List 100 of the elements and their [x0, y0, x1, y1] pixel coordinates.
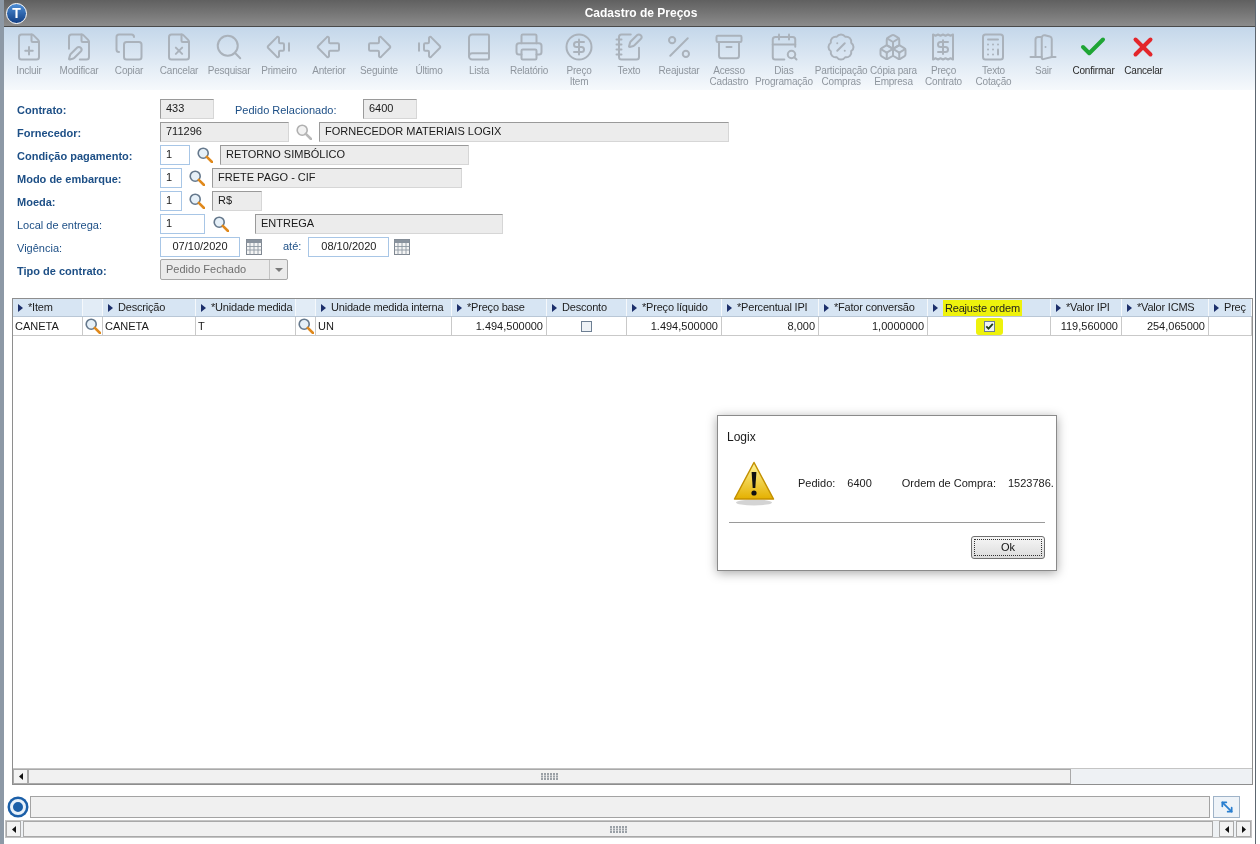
scroll-left-button[interactable]: [1219, 821, 1234, 837]
app-logo: T: [6, 2, 27, 24]
input-field[interactable]: 1: [160, 144, 190, 165]
toolbar-button[interactable]: Confirmar: [1068, 32, 1119, 76]
input-field[interactable]: RETORNO SIMBÓLICO: [220, 144, 469, 165]
triangle-right-icon: [201, 303, 206, 312]
triangle-right-icon: [632, 303, 637, 312]
input-field[interactable]: 1: [160, 190, 182, 211]
input-field[interactable]: 6400: [363, 98, 417, 119]
search-icon[interactable]: [297, 318, 314, 334]
toolbar-button[interactable]: Cancelar: [1118, 32, 1169, 76]
triangle-right-icon: [552, 303, 557, 312]
table-cell: CANETA: [13, 317, 83, 335]
table-cell: 1,0000000: [819, 317, 928, 335]
dialog-label: Ordem de Compra:: [901, 476, 996, 492]
table-cell: T: [196, 317, 296, 335]
caret-left-icon: [11, 825, 16, 833]
column-header[interactable]: *Item: [13, 299, 83, 316]
triangle-right-icon: [727, 303, 732, 312]
boxes-icon: [878, 32, 909, 62]
input-field[interactable]: R$: [212, 190, 262, 211]
scrollbar-thumb[interactable]: [28, 769, 1071, 784]
input-field[interactable]: FRETE PAGO - CIF: [212, 167, 462, 188]
input-field[interactable]: 433: [160, 98, 214, 119]
dialog-label: Pedido:: [798, 476, 836, 492]
column-header[interactable]: *Valor IPI: [1051, 299, 1122, 316]
ring-logo-icon: [7, 795, 29, 818]
column-header[interactable]: Desconto: [547, 299, 627, 316]
search-icon[interactable]: [213, 215, 229, 232]
table-cell: CANETA: [103, 317, 196, 335]
dialog-value: 1523786.: [1007, 476, 1054, 492]
window-title: Cadastro de Preços: [584, 5, 698, 22]
expand-button[interactable]: [1213, 795, 1240, 818]
caret-left-icon: [1224, 825, 1229, 833]
checkbox[interactable]: [581, 320, 592, 332]
field-label: Pedido Relacionado:: [235, 103, 337, 116]
calendar-icon[interactable]: [394, 238, 411, 255]
column-header[interactable]: *Percentual IPI: [722, 299, 819, 316]
notebook-pen-icon: [614, 32, 644, 62]
scroll-left-button[interactable]: [13, 769, 28, 784]
status-field[interactable]: [30, 795, 1210, 818]
column-header[interactable]: *Unidade medida: [196, 299, 296, 316]
calendar-icon[interactable]: [246, 238, 262, 255]
search-icon[interactable]: [197, 146, 213, 163]
table-cell: 119,560000: [1051, 317, 1122, 335]
field-label: Modo de embarque:: [17, 172, 122, 185]
copy-icon: [114, 32, 144, 62]
triangle-right-icon: [457, 303, 462, 312]
triangle-right-icon: [1127, 303, 1132, 312]
column-header[interactable]: Descrição: [103, 299, 196, 316]
column-header[interactable]: Preç: [1209, 299, 1252, 316]
grip-icon: [609, 825, 627, 833]
column-header[interactable]: Reajuste ordem: [928, 299, 1051, 316]
diagonal-arrows-icon: [1218, 798, 1235, 815]
triangle-right-icon: [321, 303, 326, 312]
dialog-title: Logix: [727, 430, 756, 444]
horizontal-scrollbar[interactable]: [13, 768, 1252, 784]
column-header[interactable]: *Preço líquido: [627, 299, 722, 316]
printer-icon: [514, 32, 544, 62]
input-field[interactable]: 08/10/2020: [308, 236, 390, 257]
field-label: Moeda:: [17, 195, 56, 208]
warning-icon: [733, 461, 775, 506]
column-header[interactable]: *Preço base: [452, 299, 547, 316]
scroll-left-button[interactable]: [6, 821, 21, 837]
search-icon[interactable]: [84, 318, 101, 334]
input-field[interactable]: 07/10/2020: [160, 236, 240, 257]
scroll-right-button[interactable]: [1236, 821, 1251, 837]
search-icon: [214, 32, 244, 62]
column-header[interactable]: *Valor ICMS: [1122, 299, 1209, 316]
column-header[interactable]: *Fator conversão: [819, 299, 928, 316]
horizontal-scrollbar[interactable]: [5, 820, 1252, 838]
input-field[interactable]: 711296: [160, 121, 289, 142]
archive-icon: [714, 32, 744, 62]
column-header[interactable]: Unidade medida interna: [316, 299, 452, 316]
triangle-right-icon: [108, 303, 113, 312]
caret-right-icon: [1241, 825, 1246, 833]
field-label: até:: [283, 239, 302, 255]
triangle-right-icon: [824, 303, 829, 312]
triangle-right-icon: [1056, 303, 1061, 312]
input-field[interactable]: 1: [160, 213, 205, 234]
input-field[interactable]: 1: [160, 167, 182, 188]
triangle-right-icon: [18, 303, 23, 312]
field-label: Local de entrega:: [17, 218, 102, 231]
door-icon: [1028, 32, 1059, 62]
field-label: Fornecedor:: [17, 126, 82, 139]
search-icon[interactable]: [189, 192, 205, 209]
scrollbar-thumb[interactable]: [23, 821, 1213, 837]
field-label: Tipo de contrato:: [17, 264, 107, 277]
table-cell: 254,065000: [1122, 317, 1209, 335]
input-field[interactable]: ENTREGA: [255, 213, 503, 234]
input-field[interactable]: FORNECEDOR MATERIAIS LOGIX: [319, 121, 729, 142]
triangle-right-icon: [933, 303, 938, 312]
field-label: Condição pagamento:: [17, 149, 133, 162]
grip-icon: [541, 773, 558, 780]
ok-button[interactable]: Ok: [971, 536, 1045, 559]
table-cell: 1.494,500000: [452, 317, 547, 335]
search-icon[interactable]: [189, 169, 205, 186]
checkbox[interactable]: [975, 317, 1003, 335]
table-cell: UN: [316, 317, 452, 335]
caret-down-icon: [274, 267, 283, 272]
